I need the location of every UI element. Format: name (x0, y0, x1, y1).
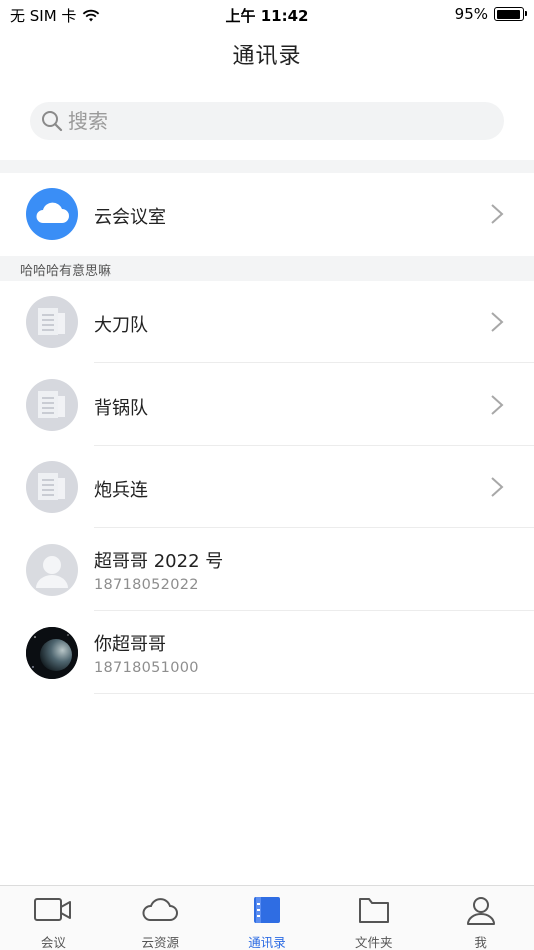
person-silhouette-icon (36, 556, 68, 588)
contact-row-1[interactable]: 你超哥哥 18718051000 (0, 612, 534, 694)
group-name: 背锅队 (94, 398, 148, 419)
chevron-right-icon (491, 395, 504, 415)
video-camera-icon (34, 898, 72, 921)
address-book-icon (253, 897, 280, 923)
section-title: 哈哈哈有意思嘛 (20, 264, 112, 279)
section-gap (0, 160, 534, 173)
group-name: 大刀队 (94, 315, 148, 336)
planet-image (26, 627, 78, 679)
battery-icon (494, 7, 527, 21)
cloud-room-row[interactable]: 云会议室 (0, 173, 534, 255)
default-person-avatar (26, 544, 78, 596)
group-document-icon (38, 473, 65, 500)
cloud-icon (36, 202, 69, 223)
cloud-room-avatar (26, 188, 78, 240)
tab-label: 云资源 (141, 935, 179, 950)
tab-label: 通讯录 (248, 935, 286, 950)
chevron-right-icon (491, 312, 504, 332)
tab-label: 文件夹 (355, 935, 393, 950)
cloud-room-label: 云会议室 (94, 207, 166, 228)
person-icon (466, 897, 495, 925)
contact-name: 超哥哥 2022 号 (94, 551, 224, 572)
tab-bar: 会议 云资源 通讯录 文件夹 我 (0, 885, 534, 950)
group-document-icon (38, 308, 65, 335)
tab-folder[interactable]: 文件夹 (320, 886, 427, 950)
group-row-1[interactable]: 背锅队 (0, 364, 534, 446)
tab-contacts[interactable]: 通讯录 (214, 886, 321, 950)
contact-name: 你超哥哥 (94, 634, 166, 655)
row-divider (94, 527, 534, 528)
row-divider (94, 610, 534, 611)
tab-label: 我 (474, 935, 487, 950)
battery-fill (496, 9, 521, 19)
group-row-0[interactable]: 大刀队 (0, 281, 534, 363)
cloud-outline-icon (142, 898, 179, 921)
folder-icon (358, 898, 389, 923)
page-title: 通讯录 (232, 44, 302, 69)
search-bar[interactable] (30, 102, 504, 140)
contact-phone: 18718052022 (94, 577, 199, 593)
row-divider (94, 693, 534, 694)
tab-label: 会议 (40, 935, 66, 950)
section-header: 哈哈哈有意思嘛 (0, 256, 534, 281)
group-name: 炮兵连 (94, 480, 148, 501)
battery-percent: 95% (454, 5, 488, 23)
status-bar: 无 SIM 卡 上午 11:42 95% (0, 0, 534, 28)
group-avatar (26, 461, 78, 513)
row-divider (94, 362, 534, 363)
tab-me[interactable]: 我 (427, 886, 534, 950)
contact-phone: 18718051000 (94, 660, 199, 676)
search-input[interactable] (68, 109, 468, 133)
group-document-icon (38, 391, 65, 418)
group-row-2[interactable]: 炮兵连 (0, 446, 534, 528)
chevron-right-icon (491, 477, 504, 497)
tab-cloud-resources[interactable]: 云资源 (107, 886, 214, 950)
status-right: 95% (454, 5, 527, 23)
group-avatar (26, 296, 78, 348)
tab-meeting[interactable]: 会议 (0, 886, 107, 950)
planet-photo-avatar (26, 627, 78, 679)
group-avatar (26, 379, 78, 431)
chevron-right-icon (491, 204, 504, 224)
contact-row-0[interactable]: 超哥哥 2022 号 18718052022 (0, 529, 534, 611)
search-icon (42, 111, 63, 132)
